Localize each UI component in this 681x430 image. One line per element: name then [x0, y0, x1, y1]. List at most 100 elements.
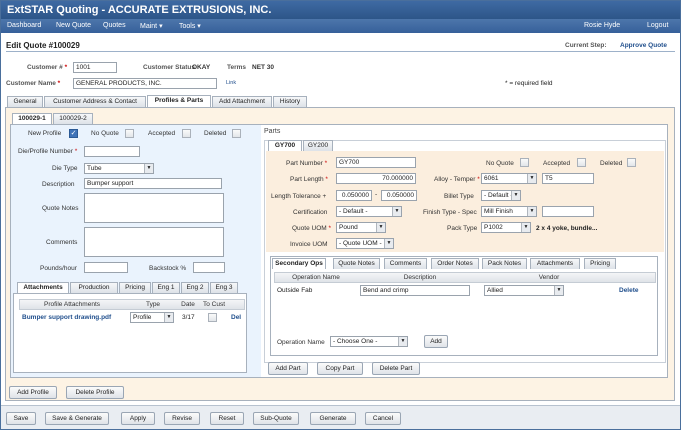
tab-general[interactable]: General — [7, 96, 43, 107]
op-description-input[interactable]: Bend and crimp — [360, 285, 470, 296]
delete-part-button[interactable]: Delete Part — [372, 362, 420, 375]
accepted-checkbox[interactable] — [182, 129, 191, 138]
new-profile-checkbox[interactable]: ✓ — [69, 129, 78, 138]
customer-status-label: Customer Status — [143, 64, 196, 71]
tab-comments[interactable]: Comments — [384, 258, 427, 269]
description-label: Description — [42, 181, 75, 188]
comments-textarea[interactable] — [84, 227, 224, 257]
tab-history[interactable]: History — [273, 96, 307, 107]
op-add-select[interactable]: - Choose One - ▼ — [330, 336, 408, 347]
customer-number-input[interactable]: 1001 — [73, 62, 117, 73]
attachment-delete-link[interactable]: Del — [231, 314, 241, 321]
tab-profile-2[interactable]: 100029-2 — [53, 113, 93, 124]
tab-attachments[interactable]: Attachments — [17, 282, 69, 293]
billet-type-select[interactable]: - Default - ▼ — [481, 190, 521, 201]
logout-link[interactable]: Logout — [647, 22, 668, 29]
tab-order-notes[interactable]: Order Notes — [431, 258, 479, 269]
attachment-type-select[interactable]: Profile ▼ — [130, 312, 174, 323]
alloy-select[interactable]: 6061 ▼ — [481, 173, 537, 184]
description-input[interactable]: Bumper support — [84, 178, 222, 189]
tab-part-gy700[interactable]: GY700 — [268, 140, 302, 151]
part-number-input[interactable]: GY700 — [336, 157, 416, 168]
invoice-uom-select[interactable]: - Quote UOM - ▼ — [336, 238, 394, 249]
tab-pack-notes[interactable]: Pack Notes — [482, 258, 527, 269]
cancel-button[interactable]: Cancel — [365, 412, 401, 425]
length-tolerance-label: Length Tolerance + — [271, 193, 327, 200]
temper-input[interactable]: T5 — [542, 173, 594, 184]
copy-part-button[interactable]: Copy Part — [317, 362, 363, 375]
new-profile-label: New Profile — [28, 130, 62, 137]
pack-type-description: 2 x 4 yoke, bundle... — [536, 225, 598, 232]
tab-secondary-ops[interactable]: Secondary Ops — [272, 258, 326, 269]
tab-profiles-parts[interactable]: Profiles & Parts — [147, 95, 211, 107]
revise-button[interactable]: Revise — [164, 412, 200, 425]
die-type-select[interactable]: Tube ▼ — [84, 163, 154, 174]
op-name-value: Outside Fab — [277, 287, 313, 294]
divider — [6, 51, 675, 52]
tab-part-pricing[interactable]: Pricing — [584, 258, 616, 269]
apply-button[interactable]: Apply — [121, 412, 155, 425]
finish-type-select[interactable]: Mill Finish ▼ — [481, 206, 537, 217]
menu-quotes[interactable]: Quotes — [103, 22, 126, 29]
tab-eng-1[interactable]: Eng 1 — [152, 282, 180, 293]
tab-part-attachments[interactable]: Attachments — [530, 258, 580, 269]
chevron-down-icon: ▼ — [521, 223, 530, 232]
add-part-button[interactable]: Add Part — [268, 362, 308, 375]
comments-label: Comments — [46, 239, 78, 246]
die-profile-input[interactable] — [84, 146, 140, 157]
quote-uom-value: Pound — [339, 224, 358, 231]
delete-profile-button[interactable]: Delete Profile — [66, 386, 124, 399]
user-name: Rosie Hyde — [584, 22, 621, 29]
op-add-button[interactable]: Add — [424, 335, 448, 348]
part-accepted-label: Accepted — [543, 160, 571, 167]
tab-profile-1[interactable]: 100029-1 — [12, 113, 52, 124]
die-profile-label: Die/Profile Number * — [18, 148, 78, 155]
deleted-checkbox[interactable] — [232, 129, 241, 138]
part-deleted-checkbox[interactable] — [627, 158, 636, 167]
add-profile-button[interactable]: Add Profile — [9, 386, 57, 399]
tab-eng-2[interactable]: Eng 2 — [181, 282, 209, 293]
tab-part-gy200[interactable]: GY200 — [303, 140, 333, 151]
certification-select[interactable]: - Default - ▼ — [336, 206, 402, 217]
part-length-input[interactable]: 70.000000 — [336, 173, 416, 184]
alloy-temper-label: Alloy - Temper * — [434, 176, 480, 183]
pack-type-select[interactable]: P1002 ▼ — [481, 222, 531, 233]
customer-name-input[interactable]: GENERAL PRODUCTS, INC. — [73, 78, 217, 89]
attachment-link[interactable]: Bumper support drawing.pdf — [22, 314, 111, 321]
chevron-down-icon: ▼ — [554, 286, 563, 295]
finish-spec-input[interactable] — [542, 206, 594, 217]
tab-pricing[interactable]: Pricing — [119, 282, 151, 293]
quote-uom-select[interactable]: Pound ▼ — [336, 222, 386, 233]
tab-eng-3[interactable]: Eng 3 — [210, 282, 238, 293]
tab-production[interactable]: Production — [70, 282, 118, 293]
part-no-quote-checkbox[interactable] — [520, 158, 529, 167]
backstock-input[interactable] — [193, 262, 225, 273]
generate-button[interactable]: Generate — [310, 412, 356, 425]
tolerance-plus-input[interactable]: 0.050000 — [336, 190, 372, 201]
menu-new-quote[interactable]: New Quote — [56, 22, 91, 29]
chevron-down-icon: ▼ — [164, 313, 173, 322]
chevron-down-icon: ▼ — [527, 174, 536, 183]
menu-tools[interactable]: Tools ▾ — [179, 22, 201, 30]
pounds-hour-input[interactable] — [84, 262, 128, 273]
op-delete-link[interactable]: Delete — [619, 287, 639, 294]
menu-dashboard[interactable]: Dashboard — [7, 22, 41, 29]
to-cust-checkbox[interactable] — [208, 313, 217, 322]
tab-customer-address[interactable]: Customer Address & Contact — [44, 96, 146, 107]
menu-maint[interactable]: Maint ▾ — [140, 22, 163, 30]
tab-add-attachment[interactable]: Add Attachment — [212, 96, 272, 107]
save-generate-button[interactable]: Save & Generate — [45, 412, 109, 425]
part-no-quote-label: No Quote — [486, 160, 514, 167]
reset-button[interactable]: Reset — [210, 412, 244, 425]
part-accepted-checkbox[interactable] — [577, 158, 586, 167]
quote-notes-textarea[interactable] — [84, 193, 224, 223]
tab-quote-notes[interactable]: Quote Notes — [333, 258, 380, 269]
op-vendor-select[interactable]: Allied ▼ — [484, 285, 564, 296]
sub-quote-button[interactable]: Sub-Quote — [253, 412, 299, 425]
tolerance-minus-input[interactable]: 0.050000 — [381, 190, 417, 201]
save-button[interactable]: Save — [6, 412, 36, 425]
invoice-uom-value: - Quote UOM - — [339, 240, 382, 247]
current-step-value: Approve Quote — [620, 42, 667, 49]
customer-link[interactable]: Link — [226, 80, 236, 86]
no-quote-checkbox[interactable] — [125, 129, 134, 138]
